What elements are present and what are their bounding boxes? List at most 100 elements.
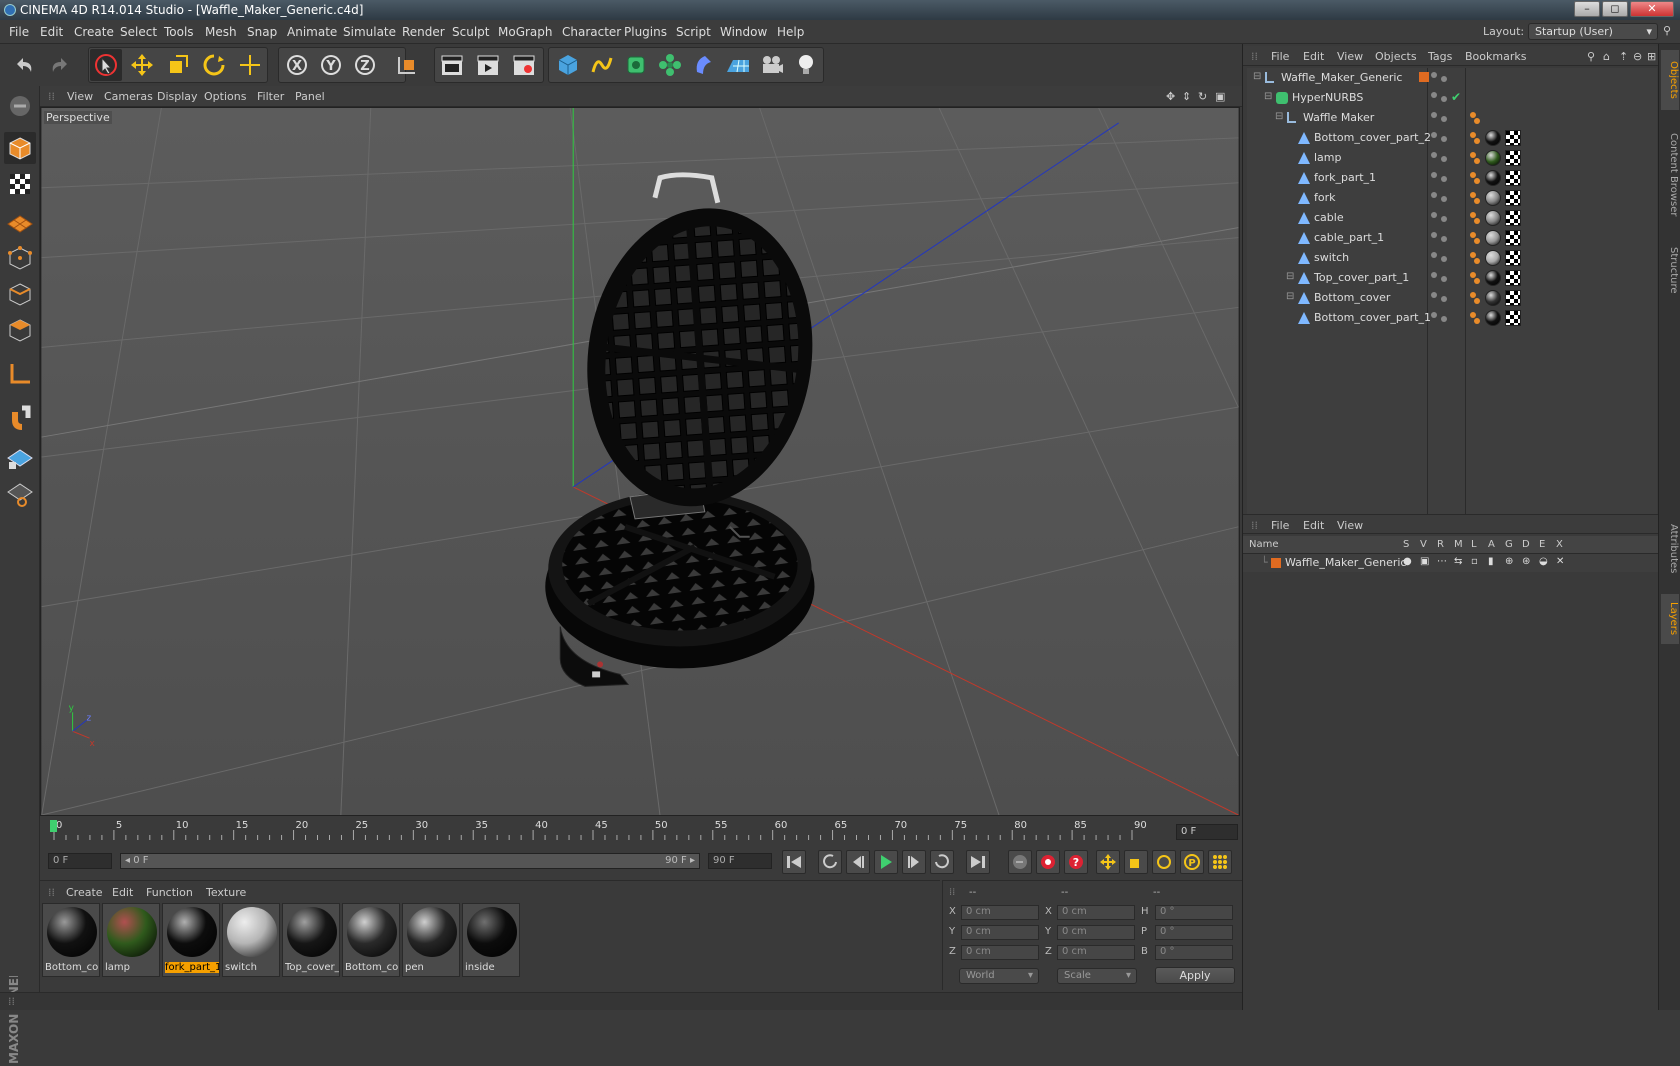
menu-plugins[interactable]: Plugins — [624, 25, 667, 39]
phong-tag-icon[interactable] — [1469, 131, 1481, 145]
add-light-button[interactable] — [790, 49, 822, 81]
object-name[interactable]: switch — [1314, 251, 1349, 264]
tab-attributes[interactable]: Attributes — [1661, 514, 1679, 584]
material-tag-icon[interactable] — [1485, 230, 1501, 246]
size-y-field[interactable]: 0 cm — [1057, 925, 1135, 940]
object-name[interactable]: Bottom_cover — [1314, 291, 1390, 304]
material-tag-icon[interactable] — [1485, 310, 1501, 326]
material-tag-icon[interactable] — [1485, 290, 1501, 306]
material-thumbnail[interactable]: pen — [402, 903, 460, 977]
object-name[interactable]: lamp — [1314, 151, 1342, 164]
add-deformer-button[interactable] — [688, 49, 720, 81]
size-x-field[interactable]: 0 cm — [1057, 905, 1135, 920]
maximize-button[interactable]: ◻ — [1602, 1, 1628, 17]
om-menu-edit[interactable]: Edit — [1303, 50, 1324, 63]
vp-menu-display[interactable]: Display — [157, 90, 198, 103]
playhead[interactable] — [50, 820, 57, 832]
object-row[interactable]: fork — [1247, 188, 1657, 208]
toggle-view-icon[interactable]: ▣ — [1215, 90, 1225, 103]
material-tag-icon[interactable] — [1485, 250, 1501, 266]
object-name[interactable]: Bottom_cover_part_2 — [1314, 131, 1431, 144]
record-active-button[interactable] — [1008, 850, 1032, 874]
menu-snap[interactable]: Snap — [247, 25, 277, 39]
add-nurbs-button[interactable] — [620, 49, 652, 81]
z-axis-lock-button[interactable]: Z — [349, 49, 381, 81]
uvw-tag-icon[interactable] — [1505, 130, 1521, 146]
object-name[interactable]: fork — [1314, 191, 1336, 204]
arrow-up-icon[interactable]: ⇡ — [1619, 50, 1628, 63]
new-window-icon[interactable]: ⊞ — [1647, 50, 1656, 63]
add-camera-button[interactable] — [756, 49, 788, 81]
size-z-field[interactable]: 0 cm — [1057, 945, 1135, 960]
mat-menu-function[interactable]: Function — [146, 886, 193, 899]
layer-column-header[interactable]: X — [1556, 539, 1563, 550]
material-thumbnail[interactable]: Bottom_co — [342, 903, 400, 977]
pos-x-field[interactable]: 0 cm — [961, 905, 1039, 920]
home-icon[interactable]: ⌂ — [1603, 50, 1610, 63]
phong-tag-icon[interactable] — [1469, 251, 1481, 265]
object-name[interactable]: Waffle Maker — [1303, 111, 1374, 124]
phong-tag-icon[interactable] — [1469, 171, 1481, 185]
vp-menu-cameras[interactable]: Cameras — [104, 90, 153, 103]
material-tag-icon[interactable] — [1485, 210, 1501, 226]
x-axis-lock-button[interactable]: X — [281, 49, 313, 81]
vp-menu-view[interactable]: View — [67, 90, 93, 103]
render-visibility-dot[interactable] — [1441, 236, 1447, 242]
uvw-tag-icon[interactable] — [1505, 250, 1521, 266]
rotate-tool-button[interactable] — [198, 49, 230, 81]
material-tag-icon[interactable] — [1485, 270, 1501, 286]
object-name[interactable]: Top_cover_part_1 — [1314, 271, 1409, 284]
y-axis-lock-button[interactable]: Y — [315, 49, 347, 81]
menu-sculpt[interactable]: Sculpt — [452, 25, 489, 39]
render-visibility-dot[interactable] — [1441, 276, 1447, 282]
search-icon[interactable]: ⚲ — [1663, 24, 1671, 37]
keyframe-selection-button[interactable]: ? — [1064, 850, 1088, 874]
render-settings-button[interactable] — [508, 49, 540, 81]
layer-column-header[interactable]: D — [1522, 539, 1530, 550]
autokey-button[interactable] — [1036, 850, 1060, 874]
uvw-tag-icon[interactable] — [1505, 270, 1521, 286]
timeline[interactable]: 0 5 10 15 20 25 30 35 40 45 50 55 60 65 70 75 80 85 90 0 F — [40, 818, 1242, 844]
render-visibility-dot[interactable] — [1441, 136, 1447, 142]
uvw-tag-icon[interactable] — [1505, 150, 1521, 166]
expand-toggle-icon[interactable]: ⊟ — [1264, 91, 1272, 102]
layer-toggle-icon[interactable]: ✕ — [1556, 556, 1564, 567]
menu-script[interactable]: Script — [676, 25, 711, 39]
material-thumbnail[interactable]: Top_cover_ — [282, 903, 340, 977]
snap-button[interactable] — [4, 402, 36, 434]
layer-column-header[interactable]: M — [1454, 539, 1463, 550]
key-rotation-button[interactable] — [1152, 850, 1176, 874]
editor-visibility-dot[interactable] — [1431, 152, 1437, 158]
object-row[interactable]: Bottom_cover_part_1 — [1247, 308, 1657, 328]
phong-tag-icon[interactable] — [1469, 231, 1481, 245]
lm-menu-file[interactable]: File — [1271, 519, 1289, 532]
material-tag-icon[interactable] — [1485, 170, 1501, 186]
expand-toggle-icon[interactable]: ⊟ — [1275, 111, 1283, 122]
layer-column-header[interactable]: Name — [1249, 539, 1279, 550]
dolly-view-icon[interactable]: ⇕ — [1182, 90, 1191, 103]
layer-column-header[interactable]: A — [1488, 539, 1495, 550]
key-pla-button[interactable] — [1208, 850, 1232, 874]
menu-create[interactable]: Create — [74, 25, 114, 39]
object-row[interactable]: ⊟ Waffle_Maker_Generic — [1247, 68, 1657, 88]
object-name[interactable]: Bottom_cover_part_1 — [1314, 311, 1431, 324]
layer-name[interactable]: Waffle_Maker_Generic — [1285, 556, 1406, 569]
planar-workplane-button[interactable] — [4, 478, 36, 510]
tab-content-browser[interactable]: Content Browser — [1661, 120, 1679, 230]
size-mode-dropdown[interactable]: Scale ▾ — [1057, 968, 1137, 984]
render-visibility-dot[interactable] — [1441, 176, 1447, 182]
viewport-scene[interactable]: y x z — [41, 108, 1239, 815]
next-frame-button[interactable] — [902, 850, 926, 874]
uvw-tag-icon[interactable] — [1505, 290, 1521, 306]
vp-menu-filter[interactable]: Filter — [257, 90, 284, 103]
tab-structure[interactable]: Structure — [1661, 240, 1679, 300]
layer-toggle-icon[interactable]: ▮ — [1488, 556, 1494, 567]
make-editable-button[interactable] — [4, 90, 36, 122]
editor-visibility-dot[interactable] — [1431, 132, 1437, 138]
render-visibility-dot[interactable] — [1441, 316, 1447, 322]
perspective-viewport[interactable]: y x z Perspective — [40, 107, 1240, 816]
material-thumbnail[interactable]: fork_part_1 — [162, 903, 220, 977]
mat-menu-create[interactable]: Create — [66, 886, 103, 899]
enabled-check-icon[interactable]: ✔ — [1451, 90, 1461, 104]
layer-column-header[interactable]: S — [1403, 539, 1409, 550]
